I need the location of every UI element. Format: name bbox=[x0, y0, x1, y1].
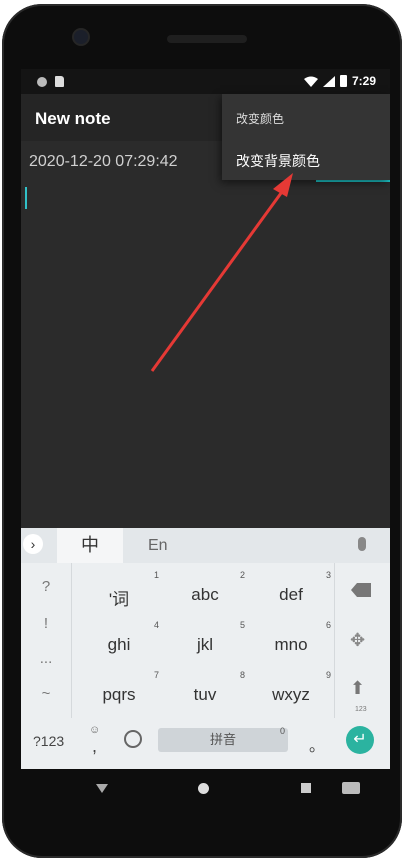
wifi-icon bbox=[303, 76, 318, 87]
phone-frame: 7:29 New note 2020-12-20 07:29:42 改变颜色 改… bbox=[2, 4, 402, 858]
enter-icon[interactable]: ↵ bbox=[346, 726, 374, 754]
microphone-icon[interactable] bbox=[358, 537, 366, 551]
overflow-menu: 改变颜色 改变背景颜色 bbox=[222, 94, 390, 180]
key-8-num: 8 bbox=[240, 670, 246, 680]
space-key-num: 0 bbox=[280, 726, 286, 736]
key-3-num: 3 bbox=[326, 570, 332, 580]
front-camera bbox=[74, 30, 88, 44]
shift-sub-label: 123 bbox=[355, 706, 367, 713]
key-2[interactable]: abc bbox=[179, 585, 231, 605]
key-ellipsis[interactable]: ... bbox=[26, 650, 66, 667]
comma-key[interactable]: , bbox=[92, 736, 97, 757]
screen: 7:29 New note 2020-12-20 07:29:42 改变颜色 改… bbox=[21, 69, 390, 769]
key-4[interactable]: ghi bbox=[93, 635, 145, 655]
emoji-icon[interactable]: ☺ bbox=[89, 724, 100, 736]
symbols-key[interactable]: ?123 bbox=[33, 733, 64, 749]
soft-keyboard: › 中 En ? ! ... ~ '词 1 abc 2 def 3 ghi 4 … bbox=[21, 528, 390, 769]
signal-icon bbox=[322, 75, 335, 87]
key-5-num: 5 bbox=[240, 620, 246, 630]
key-6-num: 6 bbox=[326, 620, 332, 630]
page-title: New note bbox=[35, 109, 111, 128]
menu-item-change-color[interactable]: 改变颜色 bbox=[236, 110, 284, 127]
key-1-num: 1 bbox=[154, 570, 160, 580]
tab-english[interactable]: En bbox=[148, 537, 168, 555]
space-key[interactable]: 拼音 bbox=[158, 728, 288, 752]
key-2-num: 2 bbox=[240, 570, 246, 580]
text-cursor bbox=[25, 187, 27, 209]
tab-chinese[interactable]: 中 bbox=[57, 528, 123, 563]
keyboard-bottom-row: ?123 ☺ , 拼音 0 。 ↵ bbox=[21, 718, 390, 769]
status-time: 7:29 bbox=[351, 74, 376, 88]
keyboard-divider-right bbox=[334, 563, 335, 718]
recent-apps-icon[interactable] bbox=[301, 783, 311, 793]
menu-item-change-background-color[interactable]: 改变背景颜色 bbox=[236, 151, 320, 171]
key-question[interactable]: ? bbox=[26, 578, 66, 595]
key-9-num: 9 bbox=[326, 670, 332, 680]
key-4-num: 4 bbox=[154, 620, 160, 630]
key-3[interactable]: def bbox=[265, 585, 317, 605]
keyboard-toolbar: › 中 En bbox=[21, 528, 390, 563]
period-key[interactable]: 。 bbox=[309, 732, 325, 756]
shift-icon[interactable]: ⬆ bbox=[350, 678, 365, 699]
key-1[interactable]: '词 bbox=[93, 585, 145, 610]
navigation-bar bbox=[2, 769, 405, 813]
key-6[interactable]: mno bbox=[265, 635, 317, 655]
notification-dot-icon bbox=[37, 76, 47, 87]
key-9[interactable]: wxyz bbox=[265, 685, 317, 705]
key-tilde[interactable]: ~ bbox=[26, 685, 66, 702]
status-bar: 7:29 bbox=[21, 69, 390, 94]
key-7[interactable]: pqrs bbox=[93, 685, 145, 705]
key-8[interactable]: tuv bbox=[179, 685, 231, 705]
cursor-move-icon[interactable]: ✥ bbox=[350, 630, 365, 651]
sd-card-icon bbox=[55, 76, 64, 87]
backspace-icon[interactable] bbox=[351, 583, 371, 597]
globe-icon[interactable] bbox=[124, 730, 142, 748]
expand-icon[interactable]: › bbox=[23, 534, 43, 554]
keyboard-divider-left bbox=[71, 563, 72, 718]
note-timestamp: 2020-12-20 07:29:42 bbox=[29, 153, 178, 170]
home-icon[interactable] bbox=[198, 783, 209, 794]
key-7-num: 7 bbox=[154, 670, 160, 680]
back-icon[interactable] bbox=[96, 784, 108, 793]
earpiece-speaker bbox=[167, 35, 247, 43]
battery-icon bbox=[339, 75, 347, 87]
key-5[interactable]: jkl bbox=[179, 635, 231, 655]
keyboard-switch-icon[interactable] bbox=[342, 782, 360, 794]
key-exclaim[interactable]: ! bbox=[26, 615, 66, 632]
